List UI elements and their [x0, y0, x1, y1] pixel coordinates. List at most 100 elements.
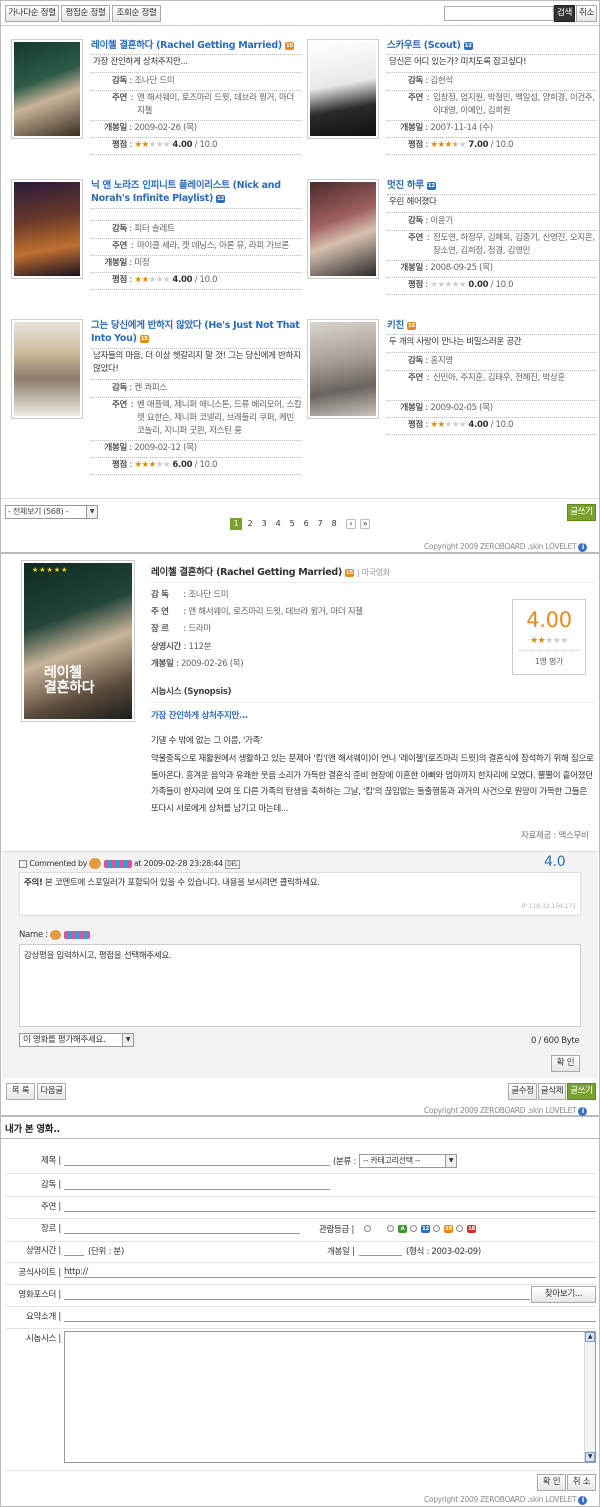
title-label: 제목 | — [40, 1156, 61, 1166]
form-divider — [6, 1306, 596, 1307]
poster-file-input[interactable] — [64, 1288, 530, 1300]
row-divider — [387, 154, 597, 155]
movie-poster-image[interactable] — [307, 319, 379, 419]
delete-comment-button[interactable]: DEL — [225, 860, 241, 869]
row-divider — [91, 255, 301, 256]
last-page-icon[interactable]: » — [360, 519, 370, 529]
next-page-icon[interactable]: › — [346, 519, 356, 529]
page-link[interactable]: 4 — [272, 518, 284, 530]
rating-select[interactable]: 이 영화를 평가해주세요. ▼ — [19, 1033, 134, 1047]
spoiler-comment-box[interactable]: 주의! 본 코멘트에 스포일러가 포함되어 있을 수 있습니다. 내용을 보시려… — [19, 872, 581, 916]
copyright: Copyright 2009 ZEROBOARD .skin LOVELET i — [424, 1106, 588, 1116]
cancel-search-button[interactable]: 취소 — [576, 5, 597, 22]
age-rating-icon: 18 — [467, 1225, 476, 1233]
page-link[interactable]: 5 — [286, 518, 298, 530]
user-nickname-image — [63, 930, 90, 939]
detail-release: 개봉일 : 2009-02-26 (목) — [151, 659, 244, 669]
release-input[interactable] — [359, 1244, 402, 1256]
synopsis-heading: 시놉시스 (Synopsis) — [151, 687, 232, 697]
movie-release-date: 개봉일 : 2009-02-12 (목) — [104, 443, 197, 453]
write-button[interactable]: 글쓰기 — [567, 1083, 596, 1100]
page-link[interactable]: 2 — [244, 518, 256, 530]
rating-stars: ★★★★★ — [430, 280, 466, 290]
form-divider — [6, 1173, 596, 1174]
sort-by-views-button[interactable]: 조회순 정렬 — [112, 5, 161, 22]
delete-post-button[interactable]: 글삭제 — [538, 1083, 566, 1100]
runtime-input[interactable] — [64, 1244, 84, 1256]
write-button[interactable]: 글쓰기 — [567, 504, 596, 521]
movie-poster-image[interactable] — [307, 39, 379, 139]
age-rating-icon: 15 — [284, 41, 294, 50]
synopsis-textarea[interactable]: ▲ ▼ — [64, 1331, 596, 1463]
sort-by-name-button[interactable]: 가나다순 정렬 — [5, 5, 59, 22]
age-rating-radio[interactable] — [410, 1225, 417, 1232]
chevron-down-icon: ▼ — [86, 506, 97, 518]
browse-button[interactable]: 찾아보기... — [531, 1286, 596, 1303]
age-rating-radio[interactable] — [433, 1225, 440, 1232]
rating-stars: ★★★★★ — [134, 140, 170, 150]
search-button[interactable]: 검색 — [554, 5, 575, 22]
comment-score: 4.0 — [544, 854, 566, 870]
age-rating-icon: 15 — [444, 1225, 453, 1233]
genre-label: 장르 | — [40, 1224, 61, 1234]
list-button[interactable]: 목 록 — [6, 1083, 35, 1100]
movie-rating: 평점 : ★★★★★ 0.00 / 10.0 — [407, 280, 514, 290]
movie-title-link[interactable]: 멋진 하루 12 — [387, 179, 597, 192]
movie-title-link[interactable]: 닉 앤 노라즈 인피니트 플레이리스트 (Nick and Norah's In… — [91, 179, 301, 205]
genre-input[interactable] — [64, 1222, 300, 1234]
movie-title-link[interactable]: 스카우트 (Scout) 12 — [387, 39, 597, 52]
rating-box-stars: ★★★★★ — [530, 636, 568, 646]
row-divider — [91, 397, 301, 398]
movie-poster-image[interactable] — [11, 39, 83, 139]
form-confirm-button[interactable]: 확 인 — [537, 1474, 566, 1491]
age-rating-radio[interactable] — [364, 1225, 371, 1232]
cast-input[interactable] — [64, 1200, 596, 1212]
row-divider — [91, 90, 301, 91]
toolbar-divider — [1, 25, 599, 26]
form-heading-divider — [1, 1138, 599, 1139]
country: 미국영화 — [361, 568, 391, 577]
next-post-button[interactable]: 다음글 — [37, 1083, 66, 1100]
scroll-down-icon[interactable]: ▼ — [585, 1452, 595, 1462]
director-input[interactable] — [64, 1178, 330, 1190]
website-input[interactable]: http:// — [64, 1266, 596, 1278]
summary-input[interactable] — [64, 1310, 596, 1322]
page-link[interactable]: 7 — [314, 518, 326, 530]
row-divider — [387, 212, 597, 213]
page-link[interactable]: 1 — [230, 518, 242, 530]
movie-poster-image[interactable] — [11, 179, 83, 279]
row-divider — [387, 370, 597, 371]
category-select-value: - 전체보기 (568) - — [8, 507, 69, 516]
scrollbar[interactable]: ▲ ▼ — [584, 1332, 595, 1462]
title-input[interactable] — [64, 1154, 330, 1166]
page-link[interactable]: 6 — [300, 518, 312, 530]
search-input[interactable] — [444, 6, 554, 21]
movie-title-link[interactable]: 레이첼 결혼하다 (Rachel Getting Married) 15 — [91, 39, 301, 52]
movie-title-link[interactable]: 그는 당신에게 반하지 않았다 (He's Just Not That Into… — [91, 319, 301, 345]
form-divider — [6, 1241, 596, 1242]
movie-poster-image[interactable] — [307, 179, 379, 279]
category-select[interactable]: - 전체보기 (568) - ▼ — [5, 505, 98, 519]
page-link[interactable]: 8 — [328, 518, 340, 530]
scroll-up-icon[interactable]: ▲ — [585, 1332, 595, 1342]
comment-icon — [19, 859, 27, 868]
rating-stars: ★★★★★ — [134, 275, 170, 285]
form-cancel-button[interactable]: 취 소 — [567, 1474, 596, 1491]
age-rating-radio[interactable] — [456, 1225, 463, 1232]
movie-director: 감독 : 피터 솔레트 — [111, 224, 175, 234]
info-icon[interactable]: i — [578, 1106, 588, 1116]
form-category-select[interactable]: -- 카테고리선택 -- ▼ — [359, 1154, 457, 1168]
sort-by-rating-button[interactable]: 평점순 정렬 — [61, 5, 110, 22]
info-icon[interactable]: i — [578, 1495, 588, 1505]
edit-post-button[interactable]: 글수정 — [508, 1083, 537, 1100]
comment-textarea[interactable]: 감상평을 입력하시고, 평점을 선택해주세요. — [19, 944, 581, 1027]
movie-poster-image[interactable] — [11, 319, 83, 419]
age-rating-icon: 12 — [426, 181, 436, 190]
movie-title-link[interactable]: 키친 15 — [387, 319, 597, 332]
page-link[interactable]: 3 — [258, 518, 270, 530]
form-heading: 내가 본 영화.. — [5, 1124, 60, 1135]
age-rating-radio[interactable] — [387, 1225, 394, 1232]
info-icon[interactable]: i — [578, 542, 588, 552]
comment-submit-button[interactable]: 확 인 — [551, 1055, 580, 1072]
row-divider — [91, 120, 301, 121]
